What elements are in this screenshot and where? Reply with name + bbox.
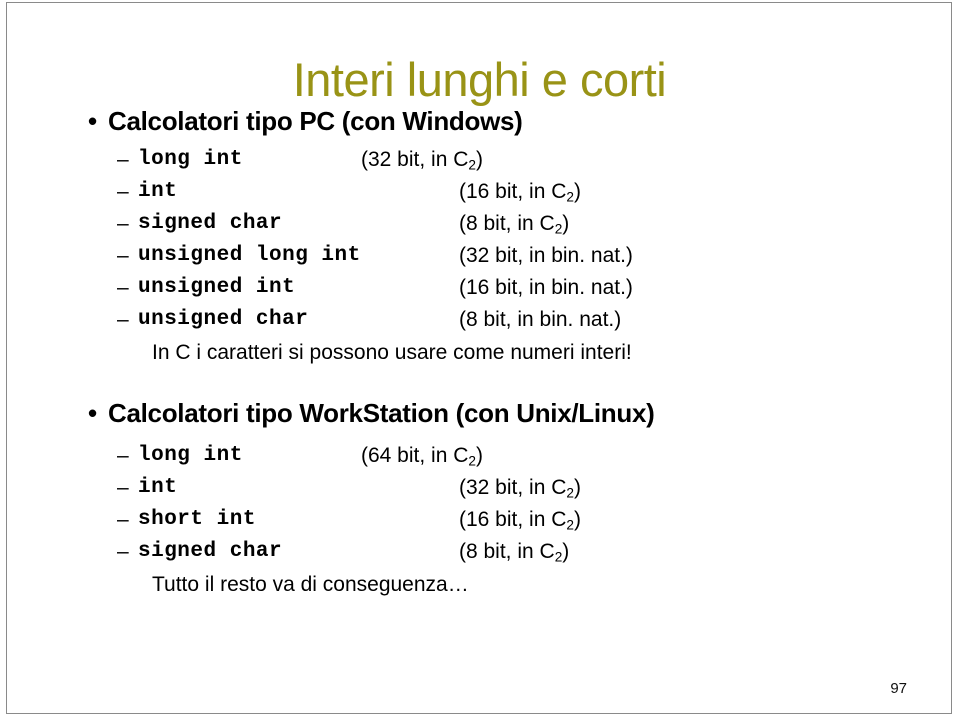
type-row: – long int (64 bit, in C2) xyxy=(0,440,959,472)
dash-icon: – xyxy=(117,308,129,331)
type-row: – unsigned long int (32 bit, in bin. nat… xyxy=(0,240,959,272)
type-code: long int xyxy=(138,148,243,171)
section-heading-label: Calcolatori tipo PC (con Windows) xyxy=(108,106,523,136)
type-row: – signed char (8 bit, in C2) xyxy=(0,536,959,568)
section-note: In C i caratteri si possono usare come n… xyxy=(152,341,632,364)
dash-icon: – xyxy=(117,476,129,499)
dash-icon: – xyxy=(117,276,129,299)
type-code: unsigned char xyxy=(138,308,309,331)
dash-icon: – xyxy=(117,244,129,267)
bullet-icon: • xyxy=(88,398,97,428)
type-row: – int (32 bit, in C2) xyxy=(0,472,959,504)
slide-content: • Calcolatori tipo PC (con Windows) – lo… xyxy=(0,104,959,602)
dash-icon: – xyxy=(117,148,129,171)
type-code: int xyxy=(138,180,178,203)
section-heading-workstation: • Calcolatori tipo WorkStation (con Unix… xyxy=(0,396,959,430)
type-row: – unsigned int (16 bit, in bin. nat.) xyxy=(0,272,959,304)
dash-icon: – xyxy=(117,212,129,235)
bullet-icon: • xyxy=(88,106,97,136)
section-heading-pc: • Calcolatori tipo PC (con Windows) xyxy=(0,104,959,138)
page-title: Interi lunghi e corti xyxy=(292,53,667,107)
type-code: unsigned int xyxy=(138,276,296,299)
type-row: – short int (16 bit, in C2) xyxy=(0,504,959,536)
type-row: – signed char (8 bit, in C2) xyxy=(0,208,959,240)
page-number: 97 xyxy=(890,680,907,697)
dash-icon: – xyxy=(117,444,129,467)
type-code: unsigned long int xyxy=(138,244,361,267)
type-row: – long int (32 bit, in C2) xyxy=(0,144,959,176)
slide: Interi lunghi e corti • Calcolatori tipo… xyxy=(0,0,959,719)
type-code: int xyxy=(138,476,178,499)
type-row: – int (16 bit, in C2) xyxy=(0,176,959,208)
dash-icon: – xyxy=(117,508,129,531)
dash-icon: – xyxy=(117,180,129,203)
section-note: Tutto il resto va di conseguenza… xyxy=(152,573,469,596)
type-code: signed char xyxy=(138,212,283,235)
type-row: – unsigned char (8 bit, in bin. nat.) xyxy=(0,304,959,336)
type-code: long int xyxy=(138,444,243,467)
type-code: short int xyxy=(138,508,256,531)
type-code: signed char xyxy=(138,540,283,563)
section-heading-label: Calcolatori tipo WorkStation (con Unix/L… xyxy=(108,398,655,428)
dash-icon: – xyxy=(117,540,129,563)
